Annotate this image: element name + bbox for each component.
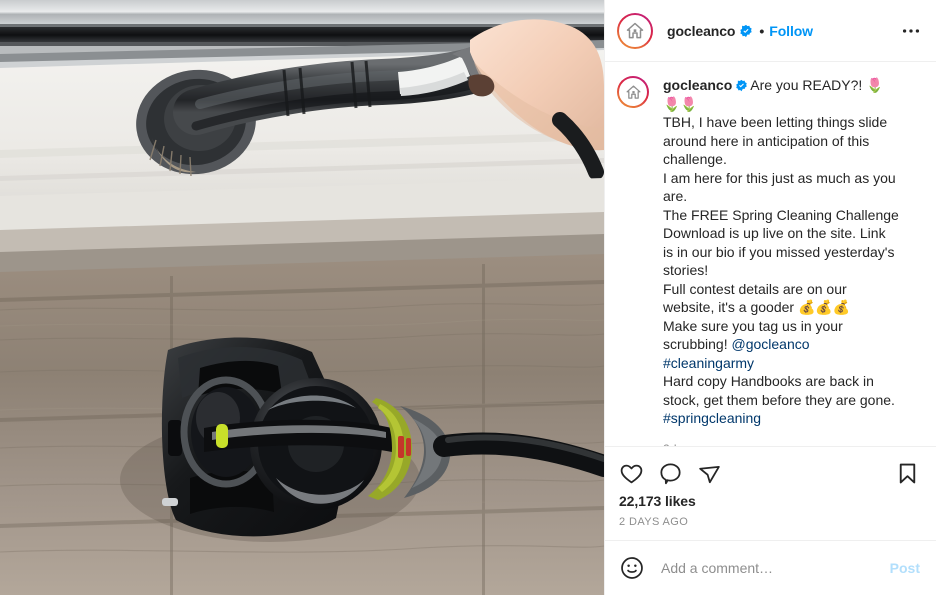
emoji-picker-button[interactable]: [619, 555, 645, 581]
speech-bubble-icon: [660, 462, 681, 484]
verified-badge-icon: [739, 24, 753, 38]
instagram-post: gocleanco • Follow gocleanco Are you REA…: [0, 0, 936, 595]
bookmark-icon: [899, 463, 916, 483]
action-icon-row: [619, 455, 920, 491]
caption-hashtag-springcleaning[interactable]: #springcleaning: [663, 410, 761, 426]
caption-mention-link[interactable]: @gocleanco: [731, 336, 809, 352]
avatar[interactable]: [617, 12, 653, 49]
smiley-face-icon: [621, 557, 643, 579]
comment-composer: Post: [605, 540, 936, 595]
caption-avatar-inner: [619, 78, 647, 106]
caption-line-3: I am here for this just as much as you a…: [663, 169, 896, 205]
verified-badge-icon: [735, 79, 748, 92]
caption-timestamp: 2d: [663, 440, 899, 447]
caption-avatar[interactable]: [617, 76, 649, 108]
comment-button[interactable]: [658, 461, 683, 486]
paper-plane-icon: [699, 465, 720, 483]
house-logo-icon: [626, 22, 644, 38]
post-comment-button[interactable]: Post: [890, 560, 920, 576]
caption-line-4: The FREE Spring Cleaning Challenge Downl…: [663, 206, 899, 279]
caption-row: gocleanco Are you READY?! 🌷🌷🌷 TBH, I have …: [617, 76, 920, 446]
caption-line-2: TBH, I have been letting things slide ar…: [663, 114, 888, 167]
caption-hashtag-cleaningarmy[interactable]: #cleaningarmy: [663, 355, 754, 371]
more-options-button[interactable]: [896, 16, 926, 46]
header-username-text: gocleanco: [667, 22, 736, 39]
post-header: gocleanco • Follow: [605, 0, 936, 62]
like-button[interactable]: [619, 461, 644, 486]
vacuum-cleaning-photo: [0, 0, 604, 595]
save-button[interactable]: [895, 461, 920, 486]
heart-icon: [620, 464, 643, 483]
follow-button[interactable]: Follow: [769, 23, 813, 39]
caption-scroll-area[interactable]: gocleanco Are you READY?! 🌷🌷🌷 TBH, I have …: [605, 62, 936, 446]
likes-count[interactable]: 22,173 likes: [619, 493, 920, 509]
post-timestamp: 2 DAYS AGO: [619, 516, 689, 528]
caption-username[interactable]: gocleanco: [663, 77, 732, 93]
header-separator: •: [759, 22, 765, 39]
caption-text: gocleanco Are you READY?! 🌷🌷🌷 TBH, I have …: [663, 76, 899, 446]
header-username[interactable]: gocleanco: [667, 23, 753, 39]
share-button[interactable]: [697, 461, 722, 486]
house-logo-icon: [625, 84, 641, 99]
comment-input[interactable]: [661, 560, 890, 576]
caption-line-5: Full contest details are on our website,…: [663, 280, 851, 316]
post-sidebar: gocleanco • Follow gocleanco Are you REA…: [604, 0, 936, 595]
ellipsis-icon: [902, 28, 920, 33]
post-media[interactable]: [0, 0, 604, 595]
caption-username-text: gocleanco: [663, 77, 733, 93]
avatar-inner: [619, 14, 651, 47]
post-actions: 22,173 likes 2 DAYS AGO: [605, 446, 936, 540]
caption-line-7: Hard copy Handbooks are back in stock, g…: [663, 373, 895, 408]
